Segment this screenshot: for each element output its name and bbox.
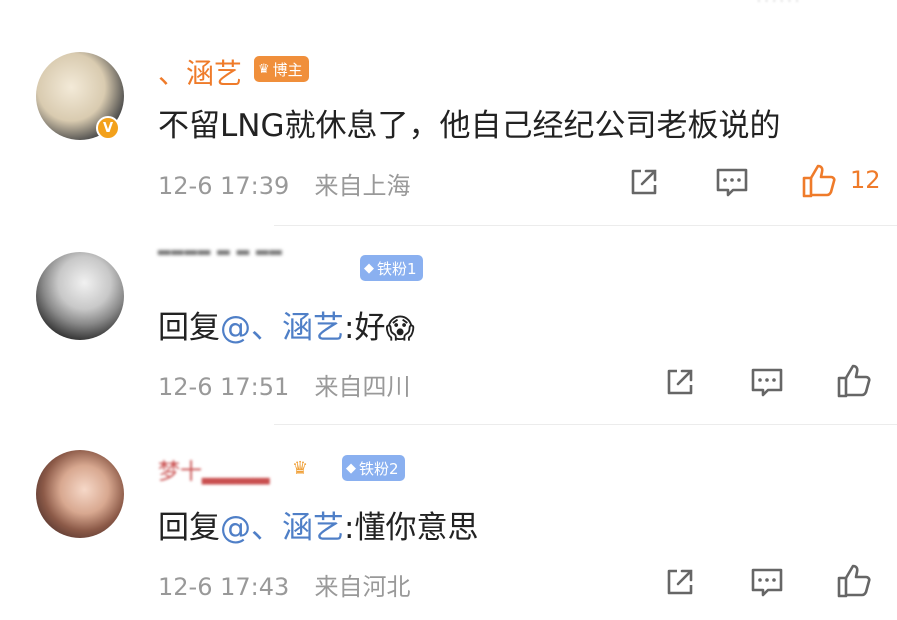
share-button[interactable] <box>625 163 663 201</box>
comment-button[interactable] <box>713 163 751 201</box>
share-icon <box>667 369 693 395</box>
share-icon <box>667 569 693 595</box>
username[interactable]: ▂▂▂▂ ▂ ▂ ▂▂ <box>158 236 283 255</box>
comment-location: 来自四川 <box>314 373 411 401</box>
avatar[interactable] <box>36 450 124 538</box>
comment-time: 12-6 17:39 <box>158 172 290 200</box>
diamond-icon: ◆ <box>364 260 374 276</box>
share-icon <box>631 169 657 195</box>
like-count: 12 <box>850 166 881 194</box>
thumbs-up-icon <box>837 364 871 398</box>
comment-text: 回复@、涵艺:好😱 <box>158 302 415 347</box>
comment-meta: 12-6 17:39 来自上海 <box>158 166 411 201</box>
scared-emoji-icon: 😱 <box>385 312 415 345</box>
badge-label: 铁粉2 <box>359 459 399 478</box>
comment-icon <box>751 368 783 397</box>
fan-badge: ◆ 铁粉1 <box>360 255 423 281</box>
mention-link[interactable]: @、涵艺 <box>220 510 344 546</box>
comment-text: 不留LNG就休息了，他自己经纪公司老板说的 <box>158 108 781 144</box>
comment-icon <box>751 568 783 597</box>
comment-meta: 12-6 17:43 来自河北 <box>158 567 411 602</box>
crown-icon: ♛ <box>258 61 270 77</box>
comment-icon <box>716 168 748 197</box>
username[interactable]: 梦十▂▂▂▂ <box>158 454 270 486</box>
reply-prefix: 回复 <box>158 310 220 346</box>
divider <box>274 424 897 425</box>
share-button[interactable] <box>661 563 699 601</box>
comment-time: 12-6 17:51 <box>158 373 290 401</box>
comment-button[interactable] <box>748 363 786 401</box>
comment-text: 回复@、涵艺:懂你意思 <box>158 502 478 547</box>
divider <box>274 225 897 226</box>
comment-location: 来自上海 <box>314 172 411 200</box>
comment-location: 来自河北 <box>314 573 411 601</box>
comment-button[interactable] <box>748 563 786 601</box>
blogger-badge: ♛ 博主 <box>254 56 309 82</box>
badge-label: 博主 <box>272 60 303 79</box>
fan-badge: ◆ 铁粉2 <box>342 455 405 481</box>
verified-badge-icon: V <box>96 116 120 140</box>
username[interactable]: 、涵艺 <box>158 52 242 92</box>
reply-text: :好 <box>344 310 386 346</box>
thumbs-up-icon <box>802 164 836 198</box>
comment-meta: 12-6 17:51 来自四川 <box>158 367 411 402</box>
like-button[interactable] <box>800 162 838 200</box>
badge-label: 铁粉1 <box>377 259 417 278</box>
avatar[interactable] <box>36 252 124 340</box>
crown-icon: ♛ <box>292 458 309 479</box>
reply-text: :懂你意思 <box>344 510 479 546</box>
like-button[interactable] <box>835 562 873 600</box>
thumbs-up-icon <box>837 564 871 598</box>
top-truncated-fragment: · · · · · · <box>757 0 799 8</box>
reply-prefix: 回复 <box>158 510 220 546</box>
mention-link[interactable]: @、涵艺 <box>220 310 344 346</box>
like-button[interactable] <box>835 362 873 400</box>
diamond-icon: ◆ <box>346 460 356 476</box>
share-button[interactable] <box>661 363 699 401</box>
comment-time: 12-6 17:43 <box>158 573 290 601</box>
